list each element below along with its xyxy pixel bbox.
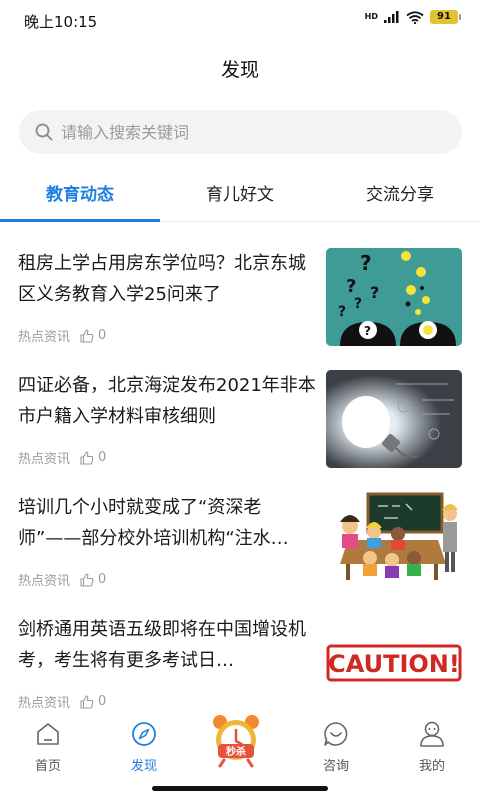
tab-education-news[interactable]: 教育动态 bbox=[0, 180, 160, 205]
svg-text:?: ? bbox=[370, 283, 379, 302]
nav-profile-label: 我的 bbox=[418, 759, 445, 774]
page-title: 发现 bbox=[220, 59, 259, 81]
thumbs-up-icon bbox=[80, 450, 94, 465]
news-item[interactable]: 培训几个小时就变成了“资深老师”——部分校外培训机构“注水… 热点资讯 0 bbox=[0, 480, 480, 590]
nav-profile[interactable]: 我的 bbox=[392, 720, 472, 774]
news-title: 租房上学占用房东学位吗？北京东城区义务教育入学25问来了 bbox=[18, 253, 306, 305]
like-count[interactable]: 0 bbox=[80, 572, 106, 587]
svg-text:?: ? bbox=[354, 296, 362, 312]
news-item[interactable]: 剑桥通用英语五级即将在中国增设机考，考生将有更多考试日… 热点资讯 0 CAUT… bbox=[0, 602, 480, 712]
svg-text:?: ? bbox=[346, 276, 356, 297]
like-count-value: 0 bbox=[98, 572, 107, 587]
signal-icon bbox=[384, 11, 399, 23]
svg-text:?: ? bbox=[338, 304, 346, 320]
news-thumbnail bbox=[326, 370, 462, 468]
home-indicator[interactable] bbox=[152, 786, 328, 791]
caution-sign-text: CAUTION! bbox=[328, 650, 460, 678]
news-meta: 热点资讯 0 bbox=[18, 570, 106, 589]
news-tag: 热点资讯 bbox=[18, 696, 71, 711]
wifi-icon bbox=[406, 10, 424, 24]
news-meta: 热点资讯 0 bbox=[18, 326, 106, 345]
svg-text:?: ? bbox=[360, 251, 372, 275]
news-meta: 热点资讯 0 bbox=[18, 448, 106, 467]
news-meta: 热点资讯 0 bbox=[18, 692, 106, 711]
status-bar: 晚上10:15 HD 91 bbox=[0, 0, 480, 40]
caution-sign-image: CAUTION! bbox=[326, 614, 462, 712]
nav-consult[interactable]: 咨询 bbox=[296, 720, 376, 774]
news-title: 四证必备，北京海淀发布2021年非本市户籍入学材料审核细则 bbox=[18, 375, 316, 427]
category-tabs: 教育动态 育儿好文 交流分享 bbox=[0, 168, 480, 222]
compass-icon bbox=[132, 722, 156, 746]
news-tag: 热点资讯 bbox=[18, 574, 71, 589]
search-bar[interactable] bbox=[19, 110, 462, 154]
glowing-lightbulb-image bbox=[326, 370, 462, 468]
nav-flash-sale[interactable]: 秒杀 bbox=[196, 712, 276, 772]
news-item[interactable]: 四证必备，北京海淀发布2021年非本市户籍入学材料审核细则 热点资讯 0 bbox=[0, 358, 480, 468]
chat-icon bbox=[324, 722, 348, 746]
search-icon bbox=[35, 123, 53, 141]
question-marks-lightbulbs-image: ? ? ? ? ? ? bbox=[326, 248, 462, 346]
nav-flash-sale-label: 秒杀 bbox=[226, 745, 246, 758]
news-tag: 热点资讯 bbox=[18, 330, 71, 345]
like-count-value: 0 bbox=[98, 694, 107, 709]
battery-level: 91 bbox=[437, 11, 451, 22]
tab-community-sharing[interactable]: 交流分享 bbox=[320, 180, 480, 205]
nav-home[interactable]: 首页 bbox=[8, 720, 88, 774]
network-type-label: HD bbox=[364, 12, 378, 21]
like-count[interactable]: 0 bbox=[80, 450, 106, 465]
home-icon bbox=[37, 723, 59, 745]
thumbs-up-icon bbox=[80, 572, 94, 587]
like-count[interactable]: 0 bbox=[80, 328, 106, 343]
nav-consult-label: 咨询 bbox=[322, 759, 349, 774]
news-title: 培训几个小时就变成了“资深老师”——部分校外培训机构“注水… bbox=[18, 497, 289, 549]
alarm-clock-icon: 秒杀 bbox=[213, 715, 259, 768]
status-icons: HD 91 bbox=[364, 10, 461, 24]
battery-indicator: 91 bbox=[430, 10, 461, 24]
nav-discover-label: 发现 bbox=[130, 759, 157, 774]
news-tag: 热点资讯 bbox=[18, 452, 71, 467]
news-thumbnail: ? ? ? ? ? ? bbox=[326, 248, 462, 346]
tab-parenting-articles[interactable]: 育儿好文 bbox=[160, 180, 320, 205]
like-count-value: 0 bbox=[98, 328, 107, 343]
news-thumbnail: CAUTION! bbox=[326, 614, 462, 712]
like-count[interactable]: 0 bbox=[80, 694, 106, 709]
thumbs-up-icon bbox=[80, 694, 94, 709]
user-icon bbox=[420, 721, 444, 747]
search-input[interactable] bbox=[61, 122, 421, 142]
nav-discover[interactable]: 发现 bbox=[104, 720, 184, 774]
news-title: 剑桥通用英语五级即将在中国增设机考，考生将有更多考试日… bbox=[18, 619, 306, 671]
svg-text:?: ? bbox=[364, 324, 371, 338]
like-count-value: 0 bbox=[98, 450, 107, 465]
classroom-image bbox=[326, 492, 462, 590]
status-time: 晚上10:15 bbox=[24, 13, 98, 31]
nav-home-label: 首页 bbox=[34, 759, 61, 774]
active-tab-indicator bbox=[0, 219, 160, 222]
news-thumbnail bbox=[326, 492, 462, 590]
news-item[interactable]: 租房上学占用房东学位吗？北京东城区义务教育入学25问来了 热点资讯 0 ? ? … bbox=[0, 236, 480, 346]
thumbs-up-icon bbox=[80, 328, 94, 343]
